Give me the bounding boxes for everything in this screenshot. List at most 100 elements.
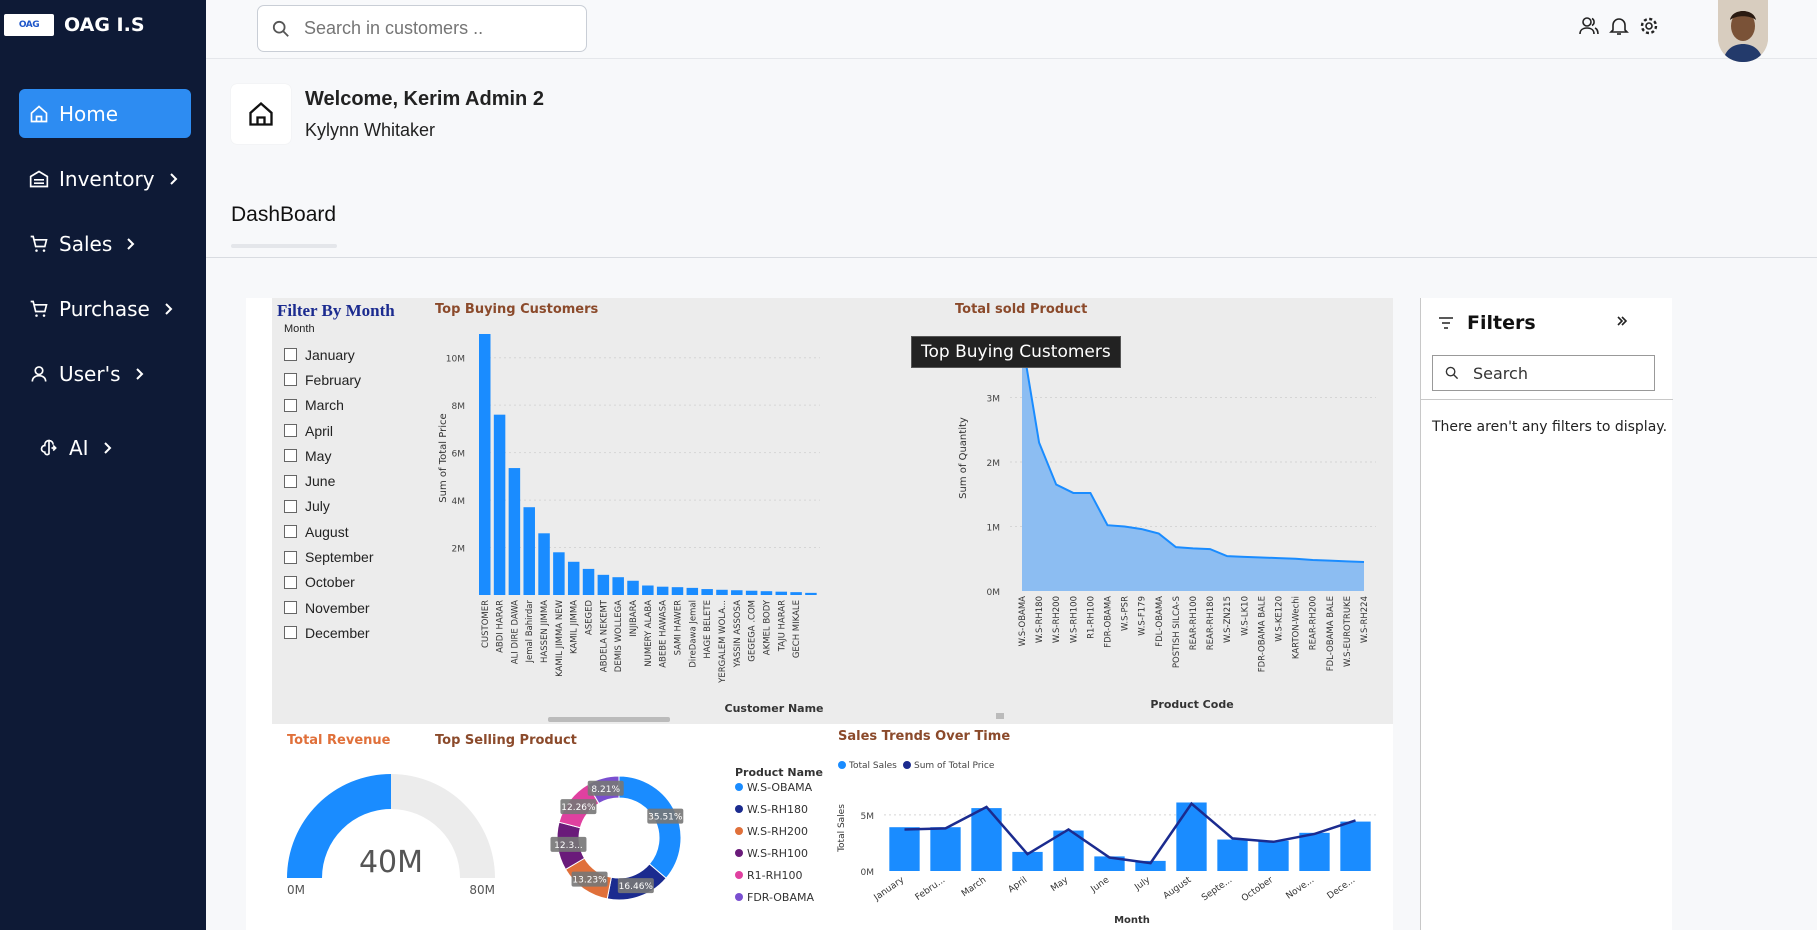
- x-tick-label: REAR-RH200: [1309, 596, 1319, 650]
- x-tick-label: FDR-OBAMA BALE: [1257, 596, 1267, 672]
- x-tick-label: FDL-OBAMA BALE: [1326, 596, 1336, 671]
- x-tick-label: October: [1240, 875, 1275, 904]
- warehouse-icon: [29, 170, 49, 187]
- x-tick-label: W.S-ZN215: [1223, 596, 1233, 643]
- filters-empty-message: There aren't any filters to display.: [1432, 419, 1668, 435]
- chevron-right-icon: [103, 441, 112, 454]
- legend-marker: [735, 871, 743, 879]
- y-tick-label: 2M: [987, 459, 1001, 469]
- legend-marker: [903, 761, 911, 769]
- x-tick-label: March: [960, 875, 988, 899]
- bell-icon[interactable]: [1609, 16, 1629, 36]
- gear-icon[interactable]: [1639, 16, 1659, 36]
- x-axis-label: Product Code: [1150, 698, 1233, 711]
- bar: [656, 586, 669, 595]
- y-tick-label: 3M: [987, 395, 1001, 405]
- brain-icon: [40, 439, 57, 455]
- search-icon: [272, 20, 289, 37]
- bar: [701, 589, 713, 595]
- bar: [1299, 832, 1330, 871]
- legend-marker: [735, 827, 743, 835]
- bar: [671, 587, 684, 595]
- bar: [1258, 840, 1289, 871]
- x-tick-label: W.S-RH224: [1360, 596, 1370, 643]
- filter-icon: [1439, 317, 1453, 329]
- sidebar-item-home[interactable]: Home: [19, 89, 191, 138]
- sidebar-item-label: Purchase: [59, 296, 150, 321]
- cart-icon: [30, 235, 48, 252]
- slice-label: 35.51%: [648, 813, 683, 823]
- filters-divider: [1421, 399, 1673, 400]
- legend-label: W.S-RH100: [747, 847, 808, 860]
- divider: [206, 257, 1817, 258]
- bar: [889, 827, 920, 871]
- top-bar: [206, 0, 1817, 62]
- chart-title: Top Selling Product: [435, 733, 577, 748]
- x-tick-label: ABDELA NEKEMT: [599, 599, 609, 672]
- chart-title: Sales Trends Over Time: [838, 729, 1010, 744]
- search-input[interactable]: [304, 18, 564, 39]
- x-tick-label: ASEGED: [585, 600, 595, 636]
- area-fill: [1022, 339, 1364, 591]
- x-tick-label: ALI DIRE DAWA: [510, 600, 520, 664]
- sidebar-item-users[interactable]: User's: [19, 349, 191, 398]
- x-tick-label: HAGE BELETE: [703, 600, 713, 659]
- x-tick-label: FDL-OBAMA: [1155, 596, 1165, 647]
- avatar[interactable]: [1718, 0, 1768, 62]
- collapse-chevron-icon[interactable]: [1615, 314, 1629, 328]
- chevron-right-icon: [135, 367, 143, 380]
- x-tick-label: HASSEN JIMMA: [540, 600, 550, 663]
- bar: [1340, 821, 1371, 871]
- bar: [775, 591, 788, 595]
- filters-search[interactable]: Search: [1432, 355, 1655, 391]
- x-tick-label: July: [1132, 875, 1152, 893]
- sidebar-item-sales[interactable]: Sales: [19, 219, 191, 268]
- scrollbar: [548, 717, 670, 722]
- bar: [686, 587, 699, 595]
- sidebar-item-purchase[interactable]: Purchase: [19, 284, 191, 333]
- chart-title: Total Revenue: [287, 733, 391, 748]
- y-tick-label: 6M: [452, 450, 466, 460]
- sidebar-item-label: Home: [59, 101, 119, 126]
- sidebar-item-inventory[interactable]: Inventory: [19, 154, 191, 203]
- x-tick-label: TAJU HARAR: [777, 600, 787, 652]
- gauge-min-label: 0M: [287, 883, 305, 897]
- chart-title: Total sold Product: [955, 302, 1087, 317]
- legend-label: Sum of Total Price: [914, 761, 995, 771]
- x-tick-label: YERGALEM WOLA...: [718, 600, 728, 684]
- sidebar: OAG OAG I.S Home Inventory Sales Purchase Us…: [0, 0, 206, 930]
- y-axis-label: Total Sales: [837, 804, 847, 853]
- x-tick-label: W.S-RH200: [1052, 596, 1062, 643]
- x-tick-label: May: [1049, 875, 1071, 894]
- x-tick-label: Nove...: [1285, 875, 1317, 901]
- bar: [760, 591, 773, 595]
- x-axis-label: Customer Name: [725, 702, 824, 715]
- x-tick-label: FDR-OBAMA: [1104, 596, 1114, 648]
- legend-marker: [735, 849, 743, 857]
- brand-logo: OAG: [4, 14, 54, 36]
- bar: [567, 561, 580, 595]
- x-tick-label: REAR-RH100: [1189, 596, 1199, 650]
- legend-label: FDR-OBAMA: [747, 891, 814, 904]
- legend-label: Total Sales: [848, 761, 897, 771]
- x-tick-label: W.S-RH180: [1035, 596, 1045, 643]
- x-tick-label: W.S-KE120: [1275, 596, 1285, 642]
- legend-marker: [735, 783, 743, 791]
- x-tick-label: June: [1089, 875, 1112, 895]
- tab-dashboard[interactable]: DashBoard: [231, 203, 336, 227]
- x-tick-label: YASSIN ASSOSA: [733, 600, 743, 669]
- brand[interactable]: OAG OAG I.S: [4, 14, 145, 36]
- bar: [930, 827, 961, 871]
- bar: [582, 568, 595, 595]
- customer-search[interactable]: [257, 5, 587, 52]
- users-icon[interactable]: [1579, 16, 1599, 36]
- y-axis-label: Sum of Total Price: [438, 413, 449, 502]
- donut-slice: [618, 775, 682, 879]
- x-tick-label: KAMIL JIMMA: [570, 600, 580, 654]
- sidebar-item-ai[interactable]: AI: [19, 423, 191, 472]
- y-tick-label: 2M: [452, 545, 466, 555]
- slice-label: 12.26%: [561, 803, 596, 813]
- x-tick-label: SAMI HAWER: [673, 600, 683, 655]
- x-tick-label: W.S-PSR: [1121, 596, 1131, 631]
- slice-label: 12.3...: [554, 841, 583, 851]
